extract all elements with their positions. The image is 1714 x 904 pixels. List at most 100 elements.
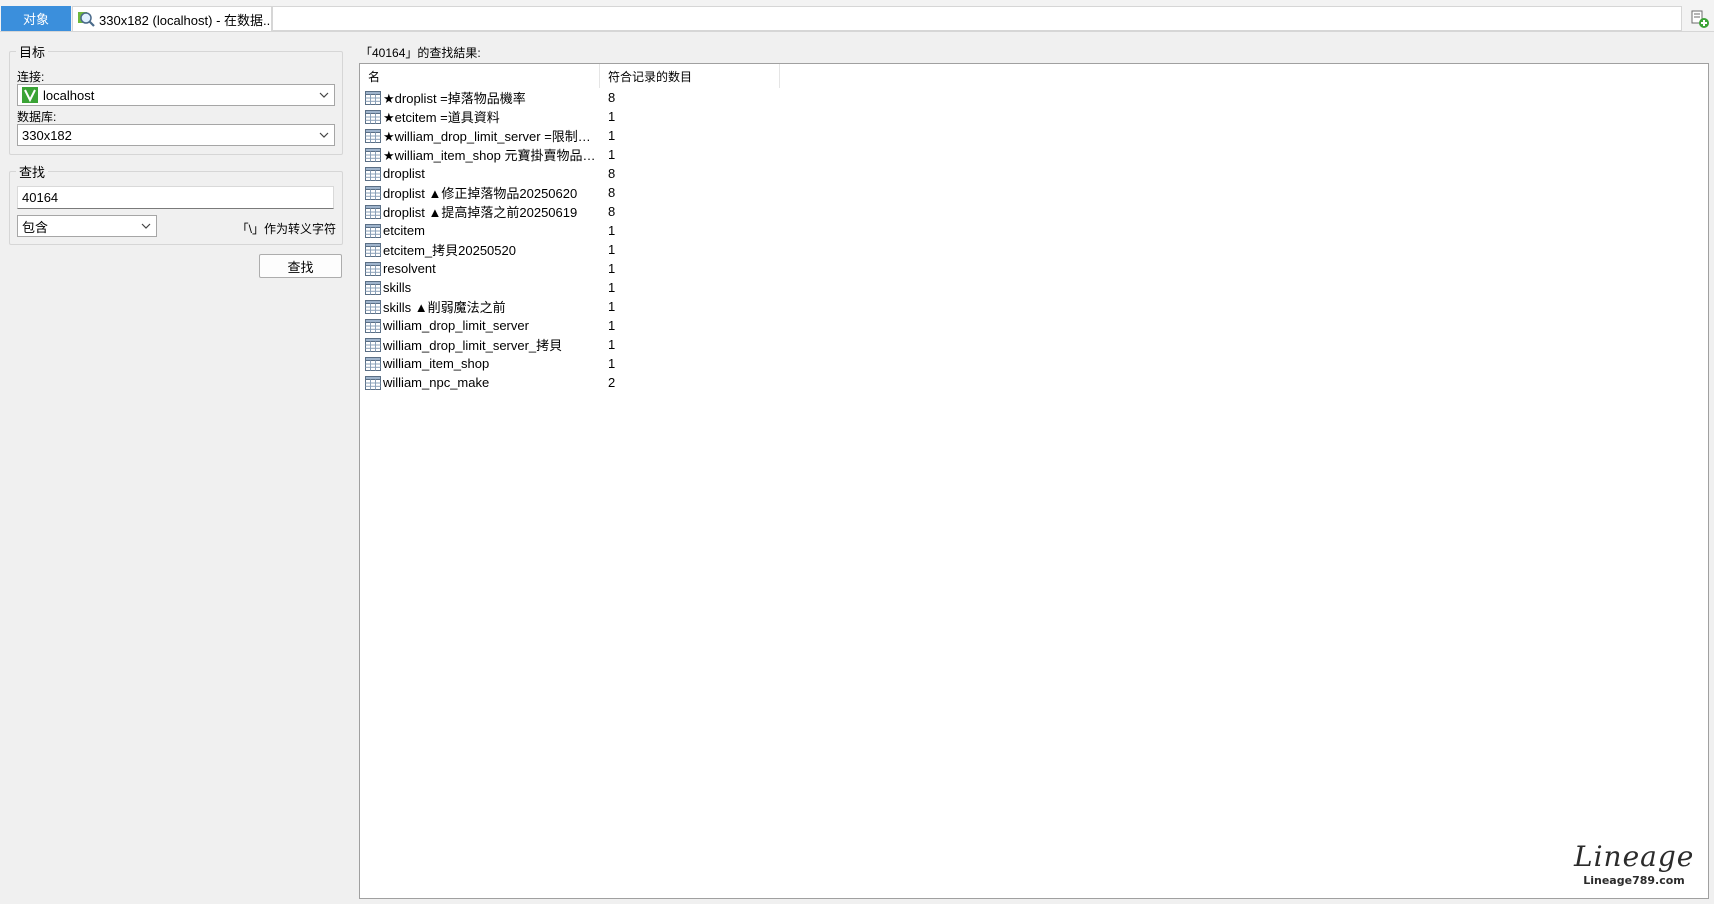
search-query-value: 40164 <box>22 190 59 205</box>
table-row[interactable]: ★william_item_shop 元寶掛賣物品限制 1 <box>360 145 615 164</box>
row-table-name: droplist ▲提高掉落之前20250619 <box>360 202 600 221</box>
table-row[interactable]: droplist ▲修正掉落物品20250620 8 <box>360 183 615 202</box>
table-icon <box>365 90 381 105</box>
chevron-down-icon <box>141 223 151 229</box>
row-table-name: etcitem <box>360 223 600 238</box>
row-table-name: resolvent <box>360 261 600 276</box>
table-icon <box>365 147 381 162</box>
find-button[interactable]: 查找 <box>259 254 342 278</box>
watermark-site: Lineage789.com <box>1583 874 1685 887</box>
table-row[interactable]: william_item_shop 1 <box>360 354 615 373</box>
row-match-count: 2 <box>608 375 616 390</box>
row-name-text: droplist <box>383 166 425 181</box>
tab-find-in-database[interactable]: 330x182 (localhost) - 在数据... <box>72 6 272 31</box>
connection-select[interactable]: localhost <box>17 84 335 106</box>
table-row[interactable]: william_npc_make 2 <box>360 373 615 392</box>
row-match-count: 1 <box>608 356 616 371</box>
row-match-count: 8 <box>608 204 616 219</box>
row-match-count: 8 <box>608 166 616 181</box>
tab-strip-empty <box>272 6 1682 31</box>
results-list[interactable]: 名 符合记录的数目 ★droplist =掉落物品機率 8 ★etcitem =道具… <box>359 63 1709 899</box>
connection-label: 连接: <box>17 70 45 84</box>
mysql-connection-icon <box>22 87 38 103</box>
table-icon <box>365 128 381 143</box>
match-mode-value: 包含 <box>22 219 49 235</box>
tab-find-label: 330x182 (localhost) - 在数据... <box>99 12 272 28</box>
table-row[interactable]: droplist ▲提高掉落之前20250619 8 <box>360 202 615 221</box>
table-row[interactable]: etcitem_拷貝20250520 1 <box>360 240 615 259</box>
table-icon <box>365 261 381 276</box>
find-legend: 查找 <box>19 165 46 180</box>
row-name-text: ★droplist =掉落物品機率 <box>383 91 526 106</box>
row-match-count: 8 <box>608 185 616 200</box>
table-row[interactable]: william_drop_limit_server_拷貝 1 <box>360 335 615 354</box>
row-table-name: droplist <box>360 166 600 181</box>
table-row[interactable]: skills 1 <box>360 278 615 297</box>
row-table-name: william_drop_limit_server_拷貝 <box>360 335 600 354</box>
row-table-name: william_drop_limit_server <box>360 318 600 333</box>
row-name-text: william_drop_limit_server_拷貝 <box>383 338 563 353</box>
row-name-text: droplist ▲修正掉落物品20250620 <box>383 186 578 201</box>
row-name-text: william_drop_limit_server <box>383 318 529 333</box>
row-table-name: skills ▲削弱魔法之前 <box>360 297 600 316</box>
row-name-text: etcitem <box>383 223 425 238</box>
row-table-name: droplist ▲修正掉落物品20250620 <box>360 183 600 202</box>
table-icon <box>365 356 381 371</box>
row-name-text: ★etcitem =道具資料 <box>383 110 500 125</box>
tab-objects[interactable]: 对象 <box>1 6 71 31</box>
row-table-name: william_npc_make <box>360 375 600 390</box>
chevron-down-icon <box>319 132 329 138</box>
column-header-match-count[interactable]: 符合记录的数目 <box>600 64 780 88</box>
table-icon <box>365 185 381 200</box>
watermark: Lineage Lineage789.com <box>1574 840 1694 892</box>
table-row[interactable]: ★droplist =掉落物品機率 8 <box>360 88 615 107</box>
row-table-name: skills <box>360 280 600 295</box>
table-icon <box>365 337 381 352</box>
table-icon <box>365 204 381 219</box>
table-row[interactable]: william_drop_limit_server 1 <box>360 316 615 335</box>
table-row[interactable]: etcitem 1 <box>360 221 615 240</box>
table-row[interactable]: resolvent 1 <box>360 259 615 278</box>
row-table-name: ★william_drop_limit_server =限制物... <box>360 126 600 145</box>
table-icon <box>365 318 381 333</box>
table-icon <box>365 242 381 257</box>
row-match-count: 1 <box>608 128 616 143</box>
row-name-text: ★william_drop_limit_server =限制物... <box>383 129 600 144</box>
row-name-text: william_item_shop <box>383 356 490 371</box>
search-options-panel: 目标 连接: localhost 数据库: 330x182 查找 40164 包… <box>0 32 350 904</box>
row-name-text: william_npc_make <box>383 375 490 390</box>
row-match-count: 1 <box>608 318 616 333</box>
row-table-name: etcitem_拷貝20250520 <box>360 240 600 259</box>
row-match-count: 1 <box>608 337 616 352</box>
escape-character-hint: 「\」作为转义字符 <box>236 222 336 236</box>
target-legend: 目标 <box>19 45 46 60</box>
database-select[interactable]: 330x182 <box>17 124 335 146</box>
row-match-count: 1 <box>608 223 616 238</box>
row-match-count: 1 <box>608 242 616 257</box>
table-row[interactable]: skills ▲削弱魔法之前 1 <box>360 297 615 316</box>
row-table-name: ★droplist =掉落物品機率 <box>360 88 600 107</box>
row-match-count: 1 <box>608 280 616 295</box>
database-label: 数据库: <box>17 110 57 124</box>
tab-bar: 对象 330x182 (localhost) - 在数据... <box>0 0 1714 32</box>
row-name-text: ★william_item_shop 元寶掛賣物品限制 <box>383 148 600 163</box>
row-name-text: resolvent <box>383 261 436 276</box>
table-row[interactable]: droplist 8 <box>360 164 615 183</box>
match-mode-select[interactable]: 包含 <box>17 215 157 237</box>
row-match-count: 1 <box>608 109 616 124</box>
table-row[interactable]: ★etcitem =道具資料 1 <box>360 107 615 126</box>
column-header-name[interactable]: 名 <box>360 64 600 88</box>
table-icon <box>365 109 381 124</box>
row-name-text: droplist ▲提高掉落之前20250619 <box>383 205 578 220</box>
table-row[interactable]: ★william_drop_limit_server =限制物... 1 <box>360 126 615 145</box>
results-rows: ★droplist =掉落物品機率 8 ★etcitem =道具資料 1 ★willia… <box>360 88 615 392</box>
row-name-text: etcitem_拷貝20250520 <box>383 243 516 258</box>
row-match-count: 8 <box>608 90 616 105</box>
search-input[interactable]: 40164 <box>17 186 334 209</box>
table-icon <box>365 280 381 295</box>
table-icon <box>365 223 381 238</box>
new-query-add-icon[interactable] <box>1690 9 1710 29</box>
database-value: 330x182 <box>22 127 72 143</box>
table-icon <box>365 375 381 390</box>
row-match-count: 1 <box>608 299 616 314</box>
